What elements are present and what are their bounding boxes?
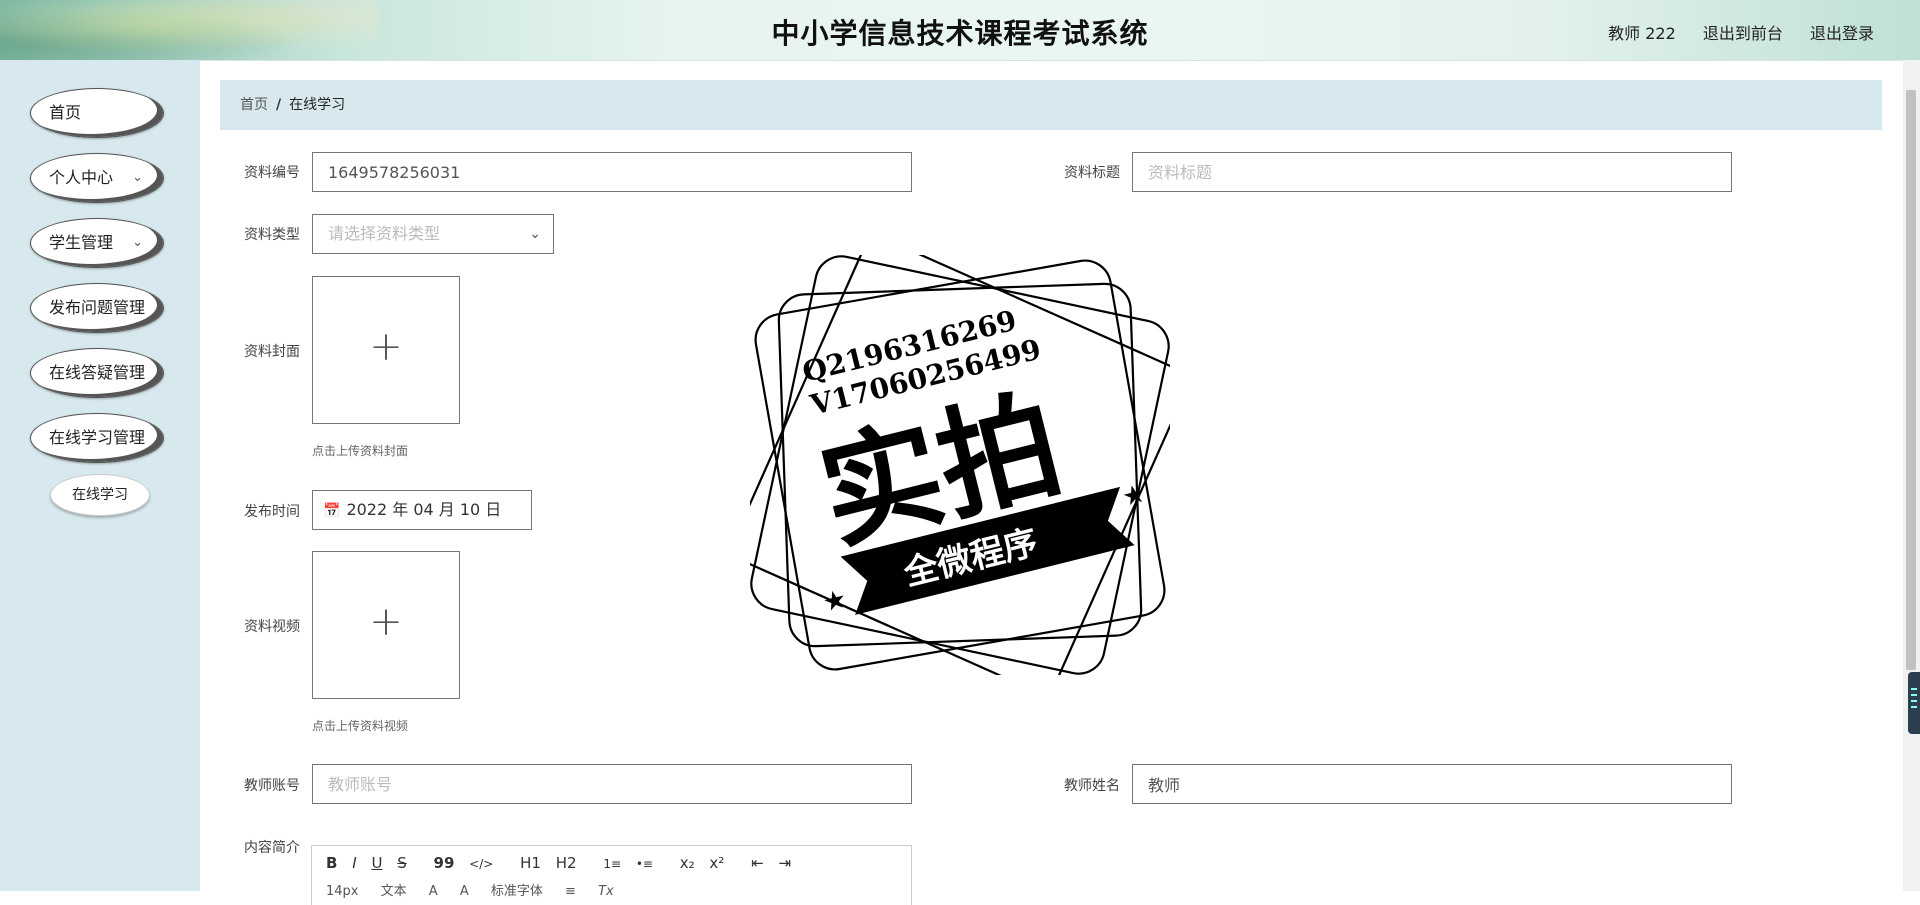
cover-label: 资料封面 bbox=[244, 344, 300, 360]
sidebar-item-qa-management[interactable]: 在线答疑管理 bbox=[30, 348, 164, 398]
cover-upload[interactable]: + bbox=[312, 276, 460, 424]
font-size-select[interactable]: 14px bbox=[326, 884, 359, 899]
sidebar-item-label: 发布问题管理 bbox=[49, 298, 146, 317]
plus-icon: + bbox=[369, 599, 403, 645]
code-block-button[interactable]: </> bbox=[469, 857, 493, 871]
italic-button[interactable]: I bbox=[352, 854, 356, 872]
indent-button[interactable]: ⇥ bbox=[778, 854, 791, 872]
publish-time-value: 2022 年 04 月 10 日 bbox=[346, 500, 502, 519]
sidebar-item-student-management[interactable]: 学生管理 ⌄ bbox=[30, 218, 164, 268]
breadcrumb-current: 在线学习 bbox=[289, 97, 346, 113]
content-intro-label: 内容简介 bbox=[244, 840, 300, 856]
teacher-name-label: 教师姓名 bbox=[1064, 778, 1120, 794]
subscript-button[interactable]: x₂ bbox=[680, 854, 695, 872]
sidebar-item-question-management[interactable]: 发布问题管理 bbox=[30, 283, 164, 333]
material-title-label: 资料标题 bbox=[1064, 165, 1120, 181]
cover-upload-hint: 点击上传资料封面 bbox=[312, 444, 409, 458]
sidebar-item-label: 首页 bbox=[49, 103, 82, 122]
sidebar-item-online-learning-management[interactable]: 在线学习管理 bbox=[30, 413, 164, 463]
back-to-front-link[interactable]: 退出到前台 bbox=[1703, 24, 1783, 43]
user-links: 教师 222 退出到前台 退出登录 bbox=[1586, 20, 1874, 44]
publish-time-label: 发布时间 bbox=[244, 504, 300, 520]
superscript-button[interactable]: x² bbox=[709, 854, 724, 872]
breadcrumb: 首页 / 在线学习 bbox=[220, 80, 1882, 130]
current-user: 教师 222 bbox=[1608, 24, 1676, 43]
page-scrollbar[interactable] bbox=[1903, 60, 1920, 891]
bullet-list-button[interactable]: •≡ bbox=[636, 857, 653, 871]
teacher-account-label: 教师账号 bbox=[244, 778, 300, 794]
material-id-input[interactable] bbox=[312, 152, 912, 192]
align-button[interactable]: ≡ bbox=[565, 884, 576, 899]
background-color-button[interactable]: A bbox=[460, 884, 469, 899]
sidebar-subitem-online-learning[interactable]: 在线学习 bbox=[50, 474, 150, 516]
publish-time-picker[interactable]: 📅 2022 年 04 月 10 日 bbox=[312, 490, 532, 530]
heading1-button[interactable]: H1 bbox=[520, 854, 541, 872]
font-family-select[interactable]: 标准字体 bbox=[491, 884, 543, 899]
chevron-down-icon: ⌄ bbox=[132, 235, 143, 250]
sidebar-item-personal-center[interactable]: 个人中心 ⌄ bbox=[30, 153, 164, 203]
breadcrumb-separator: / bbox=[276, 97, 282, 113]
material-type-label: 资料类型 bbox=[244, 227, 300, 243]
breadcrumb-home[interactable]: 首页 bbox=[240, 97, 268, 113]
ordered-list-button[interactable]: 1≡ bbox=[603, 857, 621, 871]
material-type-select[interactable]: 请选择资料类型 ⌄ bbox=[312, 214, 554, 254]
heading2-button[interactable]: H2 bbox=[556, 854, 577, 872]
sidebar-item-label: 在线学习管理 bbox=[49, 428, 146, 447]
editor-toolbar-row1: B I U S 99 </> H1 H2 1≡ •≡ x₂ x² ⇤ ⇥ bbox=[326, 854, 801, 872]
blockquote-button[interactable]: 99 bbox=[434, 854, 455, 872]
app-header: 中小学信息技术课程考试系统 教师 222 退出到前台 退出登录 bbox=[0, 0, 1920, 61]
teacher-account-input[interactable] bbox=[312, 764, 912, 804]
chevron-down-icon: ⌄ bbox=[132, 170, 143, 185]
scrollbar-thumb[interactable] bbox=[1906, 90, 1916, 670]
star-icon: ★ bbox=[820, 584, 850, 619]
sidebar-item-label: 个人中心 bbox=[49, 168, 114, 187]
plus-icon: + bbox=[369, 324, 403, 370]
chevron-down-icon: ⌄ bbox=[529, 226, 541, 242]
calendar-icon: 📅 bbox=[323, 503, 341, 519]
sidebar-item-label: 学生管理 bbox=[49, 233, 114, 252]
watermark-stamp: Q2196316269 V17060256499 实拍 全微程序 ★ ★ bbox=[750, 255, 1170, 675]
material-type-placeholder: 请选择资料类型 bbox=[328, 224, 441, 243]
underline-button[interactable]: U bbox=[371, 854, 382, 872]
sidebar: 首页 个人中心 ⌄ 学生管理 ⌄ 发布问题管理 在线答疑管理 在线学习管理 在线… bbox=[0, 60, 200, 891]
header-select[interactable]: 文本 bbox=[381, 884, 407, 899]
sidebar-item-home[interactable]: 首页 bbox=[30, 88, 164, 138]
video-upload[interactable]: + bbox=[312, 551, 460, 699]
font-color-button[interactable]: A bbox=[429, 884, 438, 899]
video-upload-hint: 点击上传资料视频 bbox=[312, 719, 409, 733]
material-title-input[interactable] bbox=[1132, 152, 1732, 192]
material-id-label: 资料编号 bbox=[244, 165, 300, 181]
teacher-name-input[interactable] bbox=[1132, 764, 1732, 804]
logout-link[interactable]: 退出登录 bbox=[1810, 24, 1874, 43]
outdent-button[interactable]: ⇤ bbox=[751, 854, 764, 872]
rich-text-editor[interactable]: B I U S 99 </> H1 H2 1≡ •≡ x₂ x² ⇤ ⇥ 14p… bbox=[311, 845, 912, 905]
clear-format-button[interactable]: Tx bbox=[598, 884, 614, 899]
editor-toolbar-row2: 14px 文本 A A 标准字体 ≡ Tx bbox=[326, 880, 632, 899]
sidebar-item-label: 在线答疑管理 bbox=[49, 363, 146, 382]
floating-side-tab[interactable] bbox=[1908, 672, 1920, 734]
strike-button[interactable]: S bbox=[397, 854, 407, 872]
bold-button[interactable]: B bbox=[326, 854, 337, 872]
video-label: 资料视频 bbox=[244, 619, 300, 635]
